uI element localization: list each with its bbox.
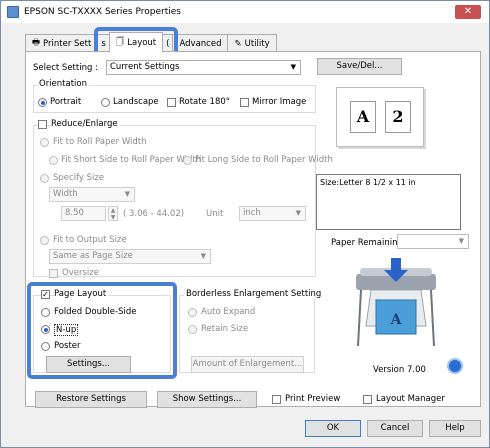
printer-icon bbox=[7, 6, 19, 18]
landscape-label: Landscape bbox=[113, 97, 159, 107]
specify-size-label: Specify Size bbox=[53, 173, 105, 183]
preview-page-2: 2 bbox=[385, 101, 411, 133]
unit-select[interactable]: inch ▼ bbox=[239, 206, 306, 221]
cancel-button[interactable]: Cancel bbox=[367, 420, 423, 437]
chevron-down-icon: ▼ bbox=[290, 63, 296, 71]
title-bar: EPSON SC-TXXXX Series Properties ✕ bbox=[1, 1, 489, 23]
fit-output-label: Fit to Output Size bbox=[53, 235, 127, 245]
retain-size-radio[interactable] bbox=[188, 325, 197, 334]
tab-advanced[interactable]: Advanced bbox=[172, 34, 229, 52]
tab-layout[interactable]: 🗍 Layout bbox=[108, 32, 164, 52]
rotate-checkbox[interactable] bbox=[167, 98, 176, 107]
tab-utility[interactable]: ✎ Utility bbox=[227, 34, 277, 52]
orientation-label: Orientation bbox=[37, 79, 89, 89]
output-size-select[interactable]: Same as Page Size ▼ bbox=[49, 249, 211, 264]
fit-short-radio[interactable] bbox=[49, 156, 58, 165]
size-info-text: Size:Letter 8 1/2 x 11 in bbox=[320, 178, 416, 187]
borderless-label: Borderless Enlargement Setting bbox=[184, 289, 324, 299]
preview-page-a: A bbox=[350, 101, 376, 133]
fit-short-label: Fit Short Side to Roll Paper Width bbox=[61, 155, 202, 165]
fit-roll-label: Fit to Roll Paper Width bbox=[53, 137, 147, 147]
width-select-value: Width bbox=[53, 189, 78, 199]
width-value-input[interactable]: 8.50 bbox=[61, 206, 106, 221]
auto-expand-radio[interactable] bbox=[188, 308, 197, 317]
oversize-label: Oversize bbox=[62, 268, 99, 278]
tab-printer-settings-label: Printer Sett bbox=[43, 38, 92, 49]
mirror-label: Mirror Image bbox=[252, 97, 307, 107]
landscape-radio[interactable] bbox=[101, 98, 110, 107]
size-info-box: Size:Letter 8 1/2 x 11 in bbox=[316, 174, 461, 230]
width-range: ( 3.06 - 44.02) bbox=[123, 209, 185, 219]
print-preview-label: Print Preview bbox=[285, 394, 341, 404]
help-button[interactable]: Help bbox=[429, 420, 481, 437]
width-value-text: 8.50 bbox=[65, 208, 84, 218]
version-label: Version 7.00 bbox=[373, 365, 426, 375]
tab-advanced-label: Advanced bbox=[179, 38, 222, 49]
unit-select-value: inch bbox=[243, 208, 261, 218]
page-layout-highlight bbox=[27, 282, 177, 379]
print-preview-checkbox[interactable] bbox=[272, 395, 281, 404]
select-setting-value: Current Settings bbox=[110, 62, 180, 72]
width-select[interactable]: Width ▼ bbox=[49, 187, 135, 202]
specify-size-radio[interactable] bbox=[40, 174, 49, 183]
save-del-button[interactable]: Save/Del... bbox=[317, 58, 402, 75]
reduce-enlarge-label: Reduce/Enlarge bbox=[51, 119, 120, 129]
window-title: EPSON SC-TXXXX Series Properties bbox=[24, 7, 181, 17]
chevron-down-icon: ▼ bbox=[458, 237, 464, 245]
mirror-checkbox[interactable] bbox=[240, 98, 249, 107]
restore-settings-button[interactable]: Restore Settings bbox=[35, 391, 147, 408]
unit-label: Unit bbox=[206, 209, 224, 219]
select-setting-label: Select Setting : bbox=[33, 63, 98, 73]
printer-settings-icon: 🖶 bbox=[32, 37, 41, 48]
layout-preview: A 2 bbox=[336, 87, 424, 147]
portrait-radio[interactable] bbox=[38, 98, 47, 107]
fit-output-radio[interactable] bbox=[40, 236, 49, 245]
reduce-enlarge-checkbox[interactable] bbox=[38, 120, 47, 129]
tab-printer-settings[interactable]: 🖶 Printer Sett bbox=[25, 34, 99, 52]
paper-remaining-label: Paper Remaining: bbox=[331, 238, 406, 248]
fit-long-label: Fit Long Side to Roll Paper Width bbox=[195, 155, 333, 165]
auto-expand-label: Auto Expand bbox=[201, 307, 256, 317]
portrait-label: Portrait bbox=[50, 97, 82, 107]
update-icon[interactable] bbox=[447, 358, 463, 374]
tab-strip: 🖶 Printer Sett s 🗍 Layout ( Advanced ✎ U… bbox=[25, 32, 277, 52]
chevron-down-icon: ▼ bbox=[295, 209, 301, 217]
fit-long-radio[interactable] bbox=[183, 156, 192, 165]
layout-manager-label: Layout Manager bbox=[376, 394, 445, 404]
oversize-checkbox[interactable] bbox=[49, 269, 58, 278]
utility-icon: ✎ bbox=[234, 38, 242, 49]
width-spinner[interactable]: ▲ ▼ bbox=[108, 206, 118, 221]
retain-size-label: Retain Size bbox=[201, 324, 249, 334]
layout-icon: 🗍 bbox=[115, 36, 125, 47]
amount-of-enlargement-button[interactable]: Amount of Enlargement... bbox=[191, 356, 304, 373]
rotate-label: Rotate 180° bbox=[179, 97, 231, 107]
chevron-down-icon: ▼ bbox=[124, 190, 130, 198]
svg-text:A: A bbox=[390, 312, 403, 328]
layout-manager-checkbox[interactable] bbox=[363, 395, 372, 404]
close-button[interactable]: ✕ bbox=[455, 5, 481, 19]
fit-roll-radio[interactable] bbox=[40, 138, 49, 147]
show-settings-button[interactable]: Show Settings... bbox=[157, 391, 257, 408]
paper-remaining-select[interactable]: ▼ bbox=[397, 234, 469, 249]
select-setting-dropdown[interactable]: Current Settings ▼ bbox=[106, 60, 301, 75]
printer-illustration: A bbox=[356, 258, 436, 347]
chevron-down-icon: ▼ bbox=[200, 252, 206, 260]
tab-utility-label: Utility bbox=[244, 38, 270, 49]
ok-button[interactable]: OK bbox=[305, 420, 361, 437]
properties-window: EPSON SC-TXXXX Series Properties ✕ 🖶 Pri… bbox=[0, 0, 490, 448]
output-size-value: Same as Page Size bbox=[53, 251, 133, 261]
tab-layout-label: Layout bbox=[127, 37, 157, 48]
